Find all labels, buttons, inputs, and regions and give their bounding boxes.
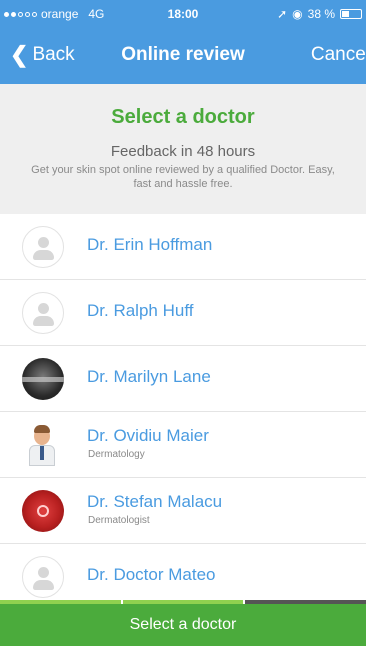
status-right: ➚ ◉ 38 % <box>277 7 362 21</box>
doctor-specialty: Dermatologist <box>88 515 150 526</box>
doctor-name: Dr. Erin Hoffman <box>87 235 213 254</box>
battery-icon <box>340 9 362 19</box>
user-placeholder-icon <box>22 292 64 334</box>
selection-header: Select a doctor Feedback in 48 hours Get… <box>0 84 366 214</box>
header-description: Get your skin spot online reviewed by a … <box>31 164 335 190</box>
doctor-row-ovidiu-maier[interactable]: Dr. Ovidiu Maier Dermatology <box>0 412 366 478</box>
alarm-icon: ◉ <box>292 7 303 21</box>
doctor-list[interactable]: Dr. Erin Hoffman Dr. Ralph Huff Dr. Mari… <box>0 214 366 600</box>
cancel-button[interactable]: Cancel <box>311 44 366 66</box>
doctor-row-ralph-huff[interactable]: Dr. Ralph Huff <box>0 280 366 346</box>
doctor-specialty: Dermatology <box>88 449 145 460</box>
user-placeholder-icon <box>22 226 64 268</box>
location-arrow-icon: ➚ <box>277 7 288 21</box>
avatar <box>22 358 64 400</box>
doctor-name: Dr. Ovidiu Maier <box>87 426 209 445</box>
doctor-name: Dr. Marilyn Lane <box>87 367 211 386</box>
doctor-name: Dr. Ralph Huff <box>87 301 194 320</box>
status-bar: orange 4G 18:00 ➚ ◉ 38 % <box>0 0 366 28</box>
navigation-bar: ❮ Back Online review Cancel <box>0 28 366 84</box>
doctor-row-marilyn-lane[interactable]: Dr. Marilyn Lane <box>0 346 366 412</box>
avatar <box>22 490 64 532</box>
doctor-name: Dr. Stefan Malacu <box>87 492 223 511</box>
doctor-row-doctor-mateo[interactable]: Dr. Doctor Mateo <box>0 544 366 600</box>
user-placeholder-icon <box>22 556 64 598</box>
avatar <box>22 424 64 466</box>
doctor-row-stefan-malacu[interactable]: Dr. Stefan Malacu Dermatologist <box>0 478 366 544</box>
select-doctor-button[interactable]: Select a doctor <box>0 604 366 646</box>
doctor-name: Dr. Doctor Mateo <box>87 565 216 584</box>
header-title: Select a doctor <box>111 106 255 128</box>
header-subtitle: Feedback in 48 hours <box>110 143 256 160</box>
battery-percent: 38 % <box>307 7 335 21</box>
doctor-row-erin-hoffman[interactable]: Dr. Erin Hoffman <box>0 214 366 280</box>
